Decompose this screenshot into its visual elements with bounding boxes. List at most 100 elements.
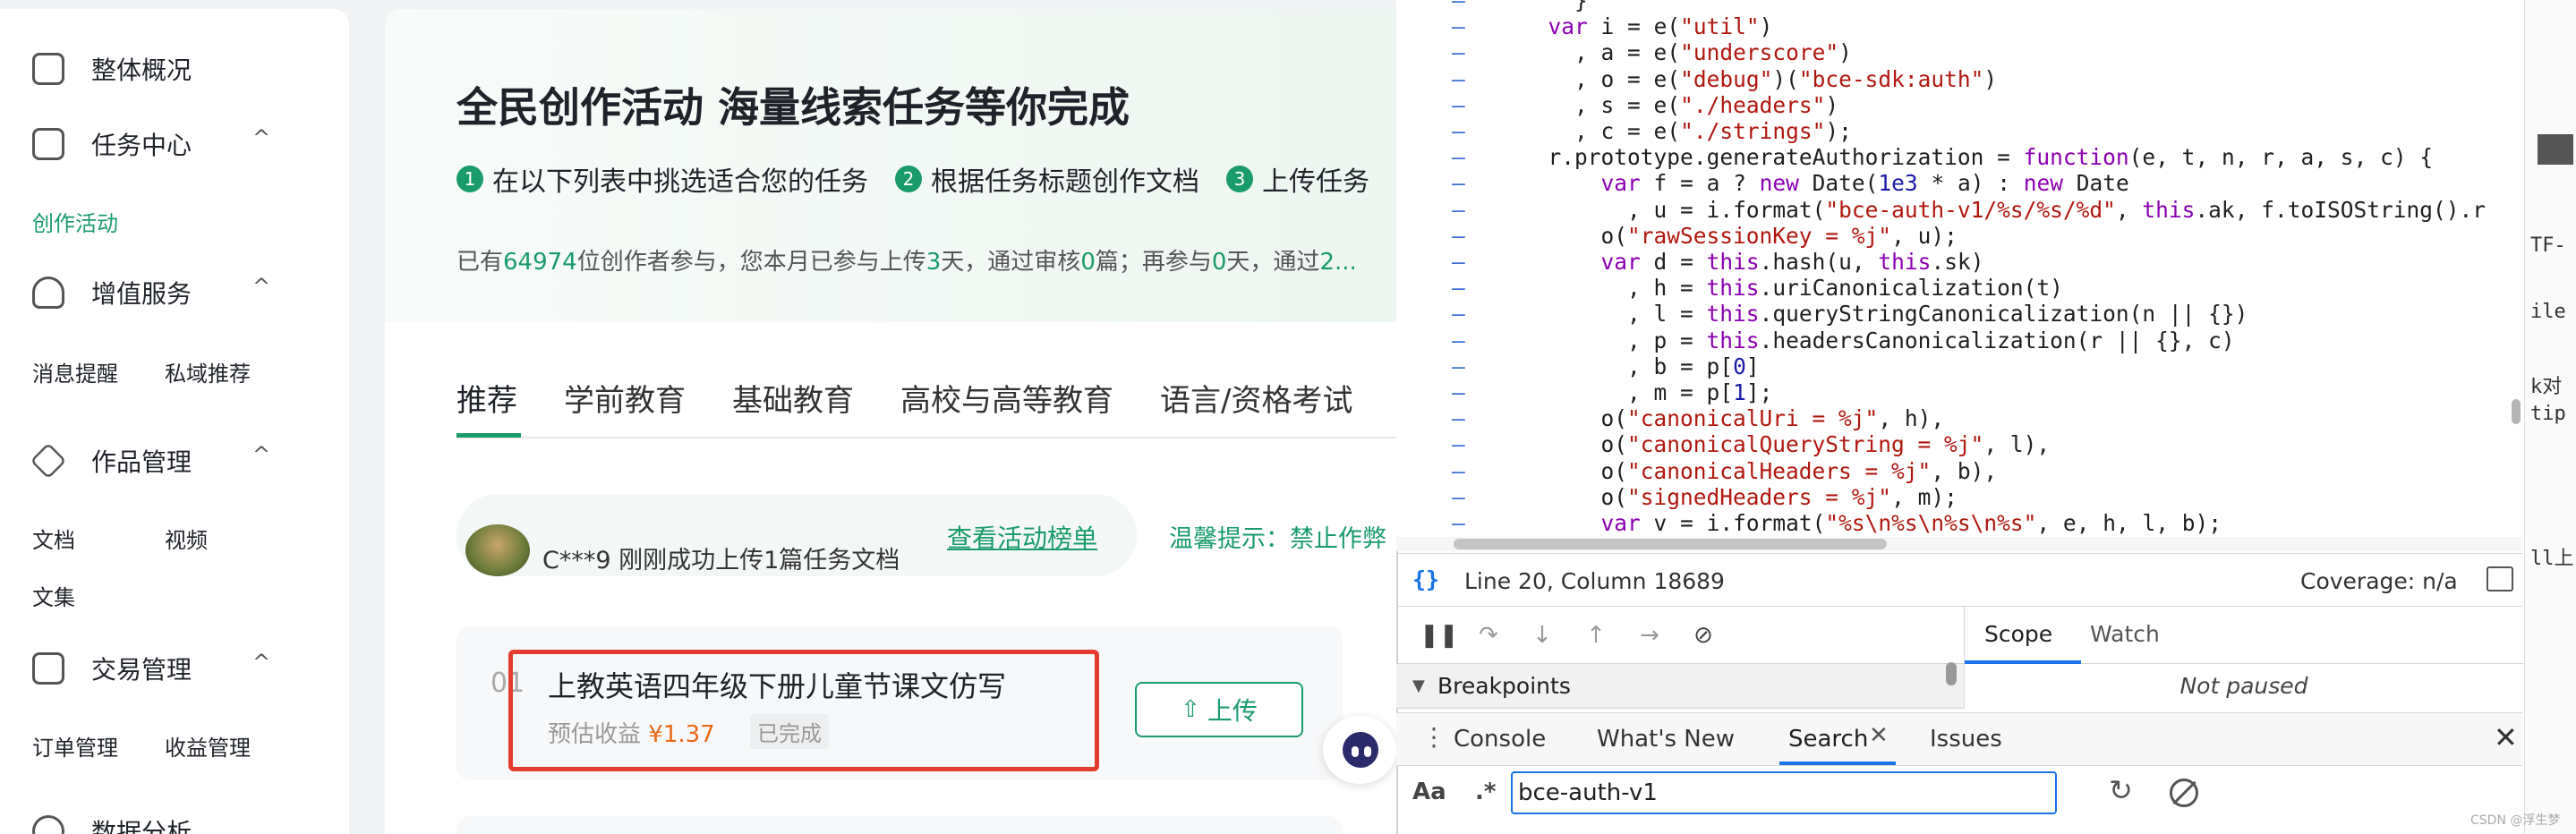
sidebar-item-value-added[interactable]: 增值服务 [32,270,192,315]
view-leaderboard-link[interactable]: 查看活动榜单 [947,519,1097,555]
sidebar-subitem-creation-activity[interactable]: 创作活动 [32,206,118,237]
stats-text: 篇；再参与 [1095,249,1212,276]
sidebar-item-data-analysis[interactable]: 数据分析 [32,809,192,834]
step-icon[interactable]: → [1634,622,1665,649]
pane-scrollbar[interactable] [1946,662,1957,685]
warm-tip: 温馨提示：禁止作弊 [1169,525,1386,553]
tab-recommend[interactable]: 推荐 [456,376,517,420]
chevron-up-icon[interactable]: ^ [252,274,270,299]
code-text: var d = this.hash(u, this.sk) [1600,249,1984,275]
assistant-bot-button[interactable] [1323,716,1396,784]
sidebar-subitem-docs[interactable]: 文档 [32,523,75,554]
code-text: , u = i.format("bce-auth-v1/%s/%s/%d", t… [1522,196,2486,223]
tab-preschool[interactable]: 学前教育 [564,376,686,420]
step-into-icon[interactable]: ↓ [1527,622,1557,649]
refresh-icon[interactable]: ↻ [2109,773,2133,807]
step-out-icon[interactable]: ↑ [1581,622,1611,649]
line-gutter-marker[interactable]: – [1452,379,1470,405]
line-gutter-marker[interactable]: – [1452,301,1470,327]
line-gutter-marker[interactable]: – [1452,39,1470,65]
line-gutter-marker[interactable]: – [1452,275,1470,301]
sidebar-subitem-income-mgmt[interactable]: 收益管理 [165,730,251,762]
search-bar: Aa .* ↻ [1396,766,2522,820]
code-text: o("rawSessionKey = %j", u); [1600,222,1958,249]
line-gutter-marker[interactable]: – [1452,0,1470,13]
avatar [465,524,530,576]
line-gutter-marker[interactable]: – [1452,13,1470,39]
sidebar-subitem-order-mgmt[interactable]: 订单管理 [32,730,118,762]
line-gutter-marker[interactable]: – [1452,118,1470,144]
pretty-print-icon[interactable]: {} [1412,566,1439,592]
line-gutter-marker[interactable]: – [1452,431,1470,457]
upload-button[interactable]: ⇧ 上传 [1135,682,1303,737]
pie-chart-icon [32,815,64,834]
line-gutter-marker[interactable]: – [1452,197,1470,223]
line-gutter-marker[interactable]: – [1452,66,1470,92]
line-gutter-marker[interactable]: – [1452,223,1470,249]
sidebar-item-trade-mgmt[interactable]: 交易管理 [32,646,192,691]
sidebar-subitem-videos[interactable]: 视频 [165,523,208,554]
tab-watch[interactable]: Watch [2090,621,2160,647]
tab-whats-new[interactable]: What's New [1597,726,1735,753]
line-gutter-marker[interactable]: – [1452,510,1470,536]
sidebar-subitem-private-recommend[interactable]: 私域推荐 [165,356,251,387]
tab-scope[interactable]: Scope [1984,621,2052,647]
bg-text: tip [2530,403,2566,425]
sidebar-subitem-msg-remind[interactable]: 消息提醒 [32,356,118,387]
vertical-scrollbar[interactable] [2512,399,2521,424]
code-text: , p = this.headersCanonicalization(r || … [1522,327,2235,353]
pause-icon[interactable]: ❚❚ [1420,622,1459,649]
line-gutter-marker[interactable]: – [1452,328,1470,353]
screen: 整体概况 任务中心 ^ 创作活动 增值服务 ^ 消息提醒 私域推荐 作品管理 ^… [0,0,2576,834]
match-case-toggle[interactable]: Aa [1412,779,1446,805]
tab-issues[interactable]: Issues [1930,726,2002,753]
banner-title: 全民创作活动 海量线索任务等你完成 [456,83,1130,132]
step-number: 1 [456,166,483,192]
tab-console[interactable]: Console [1454,726,1546,753]
line-gutter-marker[interactable]: – [1452,405,1470,431]
sidebar-item-label: 数据分析 [91,818,192,834]
tab-higher-education[interactable]: 高校与高等教育 [900,376,1113,420]
coverage-status: Coverage: n/a [2300,568,2458,594]
step-over-icon[interactable]: ↷ [1473,622,1504,649]
coverage-icon[interactable] [2486,566,2513,591]
deactivate-breakpoints-icon[interactable]: ⊘ [1688,622,1719,649]
search-input[interactable] [1511,771,2057,814]
breakpoints-section[interactable]: ▼ Breakpoints [1396,664,1964,709]
line-gutter-marker[interactable]: – [1452,484,1470,510]
tab-search[interactable]: Search [1788,726,1868,753]
line-gutter-marker[interactable]: – [1452,353,1470,379]
collapse-triangle-icon: ▼ [1412,677,1425,695]
code-text: var f = a ? new Date(1e3 * a) : new Date [1600,170,2129,197]
line-gutter-marker[interactable]: – [1452,144,1470,170]
chevron-up-icon[interactable]: ^ [252,650,270,675]
task-card [456,816,1343,834]
step-text: 在以下列表中挑选适合您的任务 [492,166,868,198]
tab-language-exam[interactable]: 语言/资格考试 [1160,376,1352,420]
close-drawer-icon[interactable]: ✕ [2494,720,2518,754]
close-icon[interactable]: ✕ [1869,722,1889,749]
chevron-up-icon[interactable]: ^ [252,442,270,467]
horizontal-scrollbar[interactable] [1454,539,1887,549]
code-text: o("canonicalQueryString = %j", l), [1600,431,2051,458]
line-gutter-marker[interactable]: – [1452,170,1470,196]
more-options-icon[interactable]: ⋮ [1421,722,1446,752]
source-code-editor[interactable]: – } – var i = e("util") – , a = e("undersc… [1396,0,2522,548]
sidebar-item-works-mgmt[interactable]: 作品管理 [30,438,192,483]
bot-eye [1352,746,1359,757]
editor-status-bar: {} Line 20, Column 18689 Coverage: n/a [1396,553,2522,607]
code-text: var v = i.format("%s\n%s\n%s\n%s", e, h,… [1600,510,2222,536]
line-gutter-marker[interactable]: – [1452,92,1470,118]
sidebar-item-task-center[interactable]: 任务中心 [32,122,192,166]
upload-arrow-icon: ⇧ [1181,696,1200,723]
clear-icon[interactable] [2170,779,2198,807]
regex-toggle[interactable]: .* [1475,779,1496,805]
tab-basic-education[interactable]: 基础教育 [732,376,854,420]
banner-steps: 1 在以下列表中挑选适合您的任务 2 根据任务标题创作文档 3 上传任务 [456,159,1396,199]
sidebar-item-overview[interactable]: 整体概况 [32,47,192,91]
line-gutter-marker[interactable]: – [1452,458,1470,484]
sidebar-subitem-collections[interactable]: 文集 [32,580,75,611]
stats-text: 天，通过 [1226,249,1320,276]
chevron-up-icon[interactable]: ^ [252,125,270,150]
line-gutter-marker[interactable]: – [1452,249,1470,275]
